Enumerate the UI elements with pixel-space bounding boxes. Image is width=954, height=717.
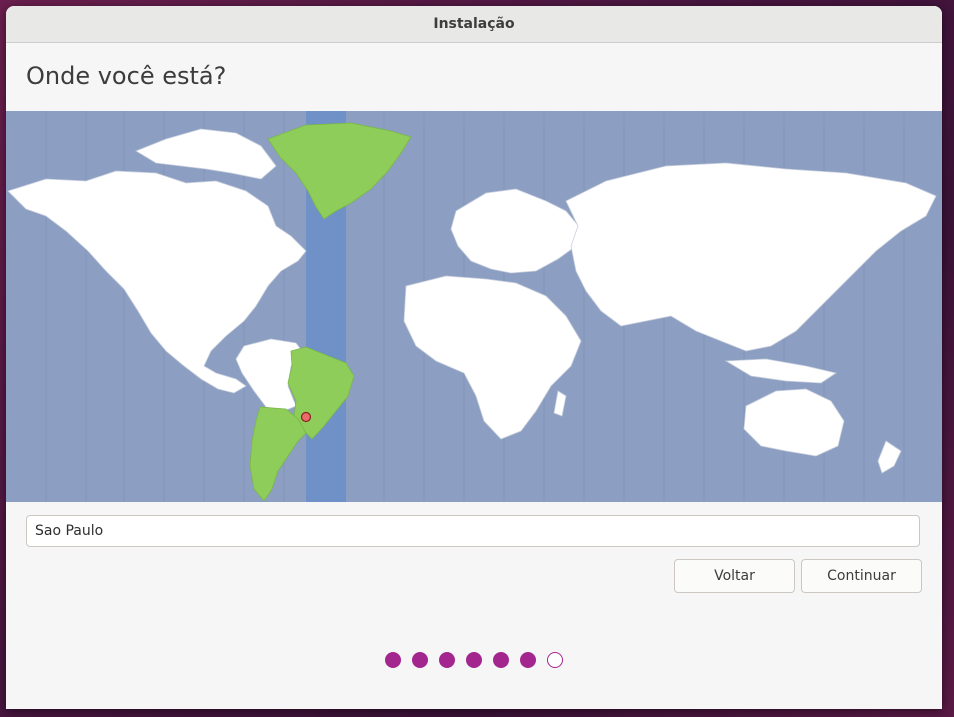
- location-input[interactable]: [26, 515, 920, 547]
- progress-dot-completed: [493, 652, 509, 668]
- world-map-graphic[interactable]: [6, 111, 942, 502]
- europe-land: [450, 188, 582, 274]
- africa-land: [403, 275, 582, 440]
- progress-dot-completed: [385, 652, 401, 668]
- southern-cone-highlight: [249, 406, 307, 502]
- installer-window: Instalação Onde você está? Sao Paulo Vol…: [6, 6, 942, 709]
- arctic-islands: [135, 128, 277, 180]
- new-zealand-land: [877, 440, 902, 474]
- australia-land: [743, 388, 845, 457]
- location-marker-pin: [300, 411, 312, 423]
- back-button-label: Voltar: [714, 568, 755, 584]
- timezone-map[interactable]: [6, 111, 942, 502]
- continue-button[interactable]: Continuar: [801, 559, 922, 593]
- greenland-land: [267, 122, 412, 220]
- title-bar: Instalação: [6, 6, 942, 43]
- progress-dot-completed: [466, 652, 482, 668]
- page-title: Onde você está?: [26, 62, 227, 90]
- southeast-asia-islands: [724, 358, 837, 384]
- progress-dot-completed: [412, 652, 428, 668]
- continue-button-label: Continuar: [827, 568, 896, 584]
- progress-dot-completed: [520, 652, 536, 668]
- progress-dot-current: [547, 652, 563, 668]
- progress-dot-completed: [439, 652, 455, 668]
- window-title: Instalação: [433, 16, 515, 32]
- progress-indicator: [6, 652, 942, 668]
- asia-land: [565, 162, 937, 352]
- back-button[interactable]: Voltar: [674, 559, 795, 593]
- madagascar-land: [553, 390, 567, 417]
